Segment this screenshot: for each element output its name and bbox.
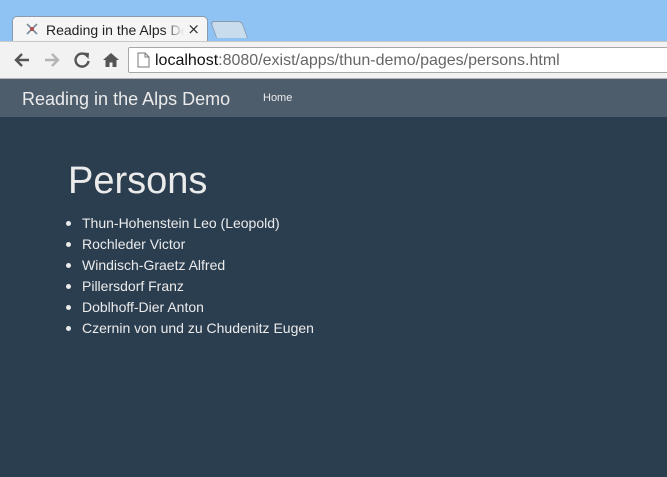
list-item: Rochleder Victor xyxy=(66,234,314,255)
page-title: Persons xyxy=(68,160,208,202)
persons-list: Thun-Hohenstein Leo (Leopold) Rochleder … xyxy=(66,213,314,339)
forward-arrow-icon[interactable] xyxy=(42,50,62,70)
url-path: :8080/exist/apps/thun-demo/pages/persons… xyxy=(218,52,560,69)
page-document-icon xyxy=(137,52,150,68)
list-item: Pillersdorf Franz xyxy=(66,276,314,297)
home-icon[interactable] xyxy=(101,50,121,70)
site-navbar: Reading in the Alps Demo Home xyxy=(0,79,667,117)
tab-close-icon[interactable]: × xyxy=(187,20,200,38)
list-item: Thun-Hohenstein Leo (Leopold) xyxy=(66,213,314,234)
url-text: localhost:8080/exist/apps/thun-demo/page… xyxy=(155,51,560,70)
nav-link-home[interactable]: Home xyxy=(263,91,292,105)
list-item: Doblhoff-Dier Anton xyxy=(66,297,314,318)
reload-icon[interactable] xyxy=(72,50,92,70)
list-item: Czernin von und zu Chudenitz Eugen xyxy=(66,318,314,339)
list-item: Windisch-Graetz Alfred xyxy=(66,255,314,276)
browser-titlebar: Reading in the Alps Demo × xyxy=(0,0,667,42)
exist-favicon-icon xyxy=(26,23,38,35)
address-bar[interactable]: localhost:8080/exist/apps/thun-demo/page… xyxy=(128,47,667,73)
browser-tab[interactable]: Reading in the Alps Demo × xyxy=(12,16,208,42)
url-host: localhost xyxy=(155,52,219,69)
navbar-brand[interactable]: Reading in the Alps Demo xyxy=(22,88,230,110)
new-tab-button[interactable] xyxy=(209,21,249,38)
browser-toolbar: localhost:8080/exist/apps/thun-demo/page… xyxy=(0,41,667,79)
page-content: Reading in the Alps Demo Home Persons Th… xyxy=(0,79,667,477)
tab-title: Reading in the Alps Demo xyxy=(46,22,184,38)
back-arrow-icon[interactable] xyxy=(12,50,32,70)
